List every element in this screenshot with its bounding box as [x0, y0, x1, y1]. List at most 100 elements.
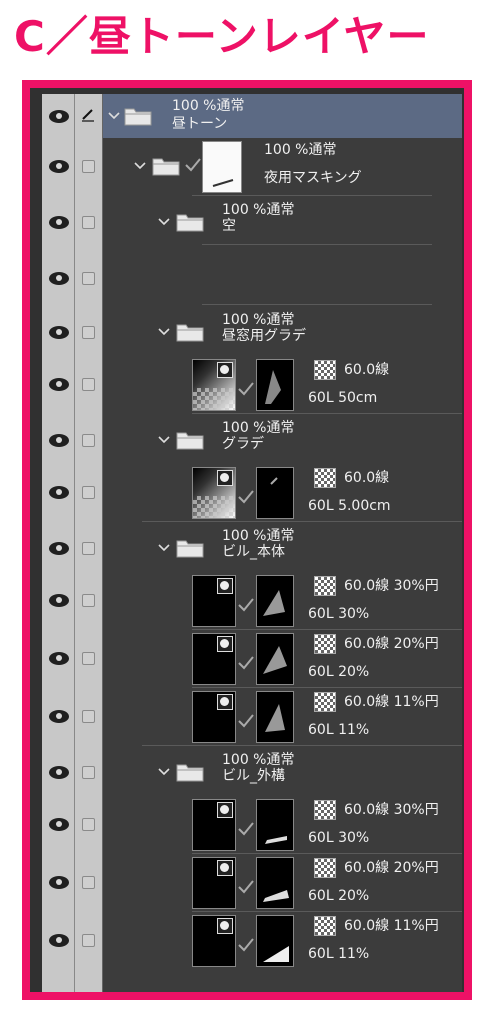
screentone-icon — [217, 802, 233, 818]
folder-icon — [176, 764, 204, 782]
eye-icon[interactable] — [49, 326, 69, 339]
pencil-icon — [82, 109, 94, 122]
layer-mask-thumbnail — [256, 915, 294, 967]
chevron-down-icon[interactable] — [158, 436, 170, 444]
tone-detail: 60L 11% — [308, 722, 370, 738]
layer-row-grad[interactable]: 100 %通常 グラデ — [42, 414, 462, 464]
lock-checkbox[interactable] — [82, 594, 95, 607]
layer-opacity-blend: 100 %通常 — [222, 420, 295, 436]
lock-checkbox[interactable] — [82, 818, 95, 831]
lock-checkbox[interactable] — [82, 876, 95, 889]
check-icon — [238, 880, 254, 894]
lock-checkbox[interactable] — [82, 160, 95, 173]
screentone-icon — [217, 918, 233, 934]
eye-icon[interactable] — [49, 818, 69, 831]
layer-row-window-tone[interactable]: 60.0線 60L 50cm — [42, 356, 462, 414]
eye-icon[interactable] — [49, 434, 69, 447]
screentone-icon — [314, 468, 336, 488]
layer-panel-frame: 100 %通常 昼トーン 100 %通常 夜用マスキング 100 %通常 空 1… — [22, 80, 472, 1000]
lock-checkbox[interactable] — [82, 486, 95, 499]
eye-icon[interactable] — [49, 272, 69, 285]
screentone-icon — [314, 692, 336, 712]
eye-icon[interactable] — [49, 766, 69, 779]
layer-mask-thumbnail — [256, 691, 294, 743]
tone-screen: 60.0線 — [344, 470, 390, 486]
layer-opacity-blend: 100 %通常 — [222, 202, 295, 218]
layer-row-building-exterior[interactable]: 100 %通常 ビル_外構 — [42, 746, 462, 796]
eye-icon[interactable] — [49, 876, 69, 889]
eye-icon[interactable] — [49, 378, 69, 391]
tone-detail: 60L 5.00cm — [308, 498, 391, 514]
folder-icon — [124, 108, 152, 126]
layer-row-empty[interactable] — [42, 246, 462, 306]
check-icon — [185, 158, 201, 172]
lock-checkbox[interactable] — [82, 378, 95, 391]
layer-mask-thumbnail — [256, 575, 294, 627]
folder-icon — [152, 158, 180, 176]
layer-thumbnail — [192, 915, 236, 967]
chevron-down-icon[interactable] — [158, 218, 170, 226]
tone-screen: 60.0線 — [344, 362, 390, 378]
layer-row-night-mask[interactable]: 100 %通常 夜用マスキング — [42, 138, 462, 196]
folder-icon — [176, 324, 204, 342]
layer-mask-thumbnail — [256, 799, 294, 851]
layer-row-building-exterior-tone-3[interactable]: 60.0線 11%円 60L 11% — [42, 912, 462, 970]
layer-row-root[interactable]: 100 %通常 昼トーン — [42, 94, 462, 138]
chevron-down-icon[interactable] — [134, 162, 146, 170]
layer-opacity-blend: 100 %通常 — [222, 752, 295, 768]
lock-checkbox[interactable] — [82, 434, 95, 447]
eye-icon[interactable] — [49, 710, 69, 723]
layer-row-grad-tone[interactable]: 60.0線 60L 5.00cm — [42, 464, 462, 522]
chevron-down-icon[interactable] — [158, 328, 170, 336]
layer-thumbnail — [192, 857, 236, 909]
folder-icon — [176, 432, 204, 450]
folder-icon — [176, 540, 204, 558]
lock-checkbox[interactable] — [82, 216, 95, 229]
tone-detail: 60L 20% — [308, 664, 370, 680]
layer-row-building-body-tone-1[interactable]: 60.0線 30%円 60L 30% — [42, 572, 462, 630]
tone-detail: 60L 50cm — [308, 390, 378, 406]
layer-thumbnail — [192, 575, 236, 627]
screentone-icon — [217, 362, 233, 378]
tone-screen: 60.0線 20%円 — [344, 860, 439, 876]
lock-checkbox[interactable] — [82, 710, 95, 723]
layer-row-building-exterior-tone-1[interactable]: 60.0線 30%円 60L 30% — [42, 796, 462, 854]
chevron-down-icon[interactable] — [158, 544, 170, 552]
eye-icon[interactable] — [49, 652, 69, 665]
eye-icon[interactable] — [49, 486, 69, 499]
check-icon — [238, 822, 254, 836]
layer-mask-thumbnail — [256, 633, 294, 685]
eye-icon[interactable] — [49, 110, 69, 123]
screentone-icon — [217, 636, 233, 652]
tone-detail: 60L 30% — [308, 830, 370, 846]
eye-icon[interactable] — [49, 216, 69, 229]
chevron-down-icon[interactable] — [158, 768, 170, 776]
lock-checkbox[interactable] — [82, 272, 95, 285]
eye-icon[interactable] — [49, 160, 69, 173]
layer-name: グラデ — [222, 436, 264, 452]
layer-row-sky[interactable]: 100 %通常 空 — [42, 196, 462, 246]
check-icon — [238, 938, 254, 952]
eye-icon[interactable] — [49, 542, 69, 555]
lock-checkbox[interactable] — [82, 542, 95, 555]
screentone-icon — [314, 800, 336, 820]
lock-checkbox[interactable] — [82, 326, 95, 339]
layer-row-window-grad[interactable]: 100 %通常 昼窓用グラデ — [42, 306, 462, 356]
layer-row-building-body-tone-3[interactable]: 60.0線 11%円 60L 11% — [42, 688, 462, 746]
tone-screen: 60.0線 11%円 — [344, 694, 439, 710]
check-icon — [238, 598, 254, 612]
layer-row-building-exterior-tone-2[interactable]: 60.0線 20%円 60L 20% — [42, 854, 462, 912]
layer-mask-thumbnail — [256, 467, 294, 519]
page-title: C／昼トーンレイヤー — [14, 12, 430, 61]
screentone-icon — [314, 858, 336, 878]
lock-checkbox[interactable] — [82, 934, 95, 947]
eye-icon[interactable] — [49, 594, 69, 607]
eye-icon[interactable] — [49, 934, 69, 947]
lock-checkbox[interactable] — [82, 652, 95, 665]
chevron-down-icon[interactable] — [108, 112, 120, 120]
lock-checkbox[interactable] — [82, 766, 95, 779]
layer-mask-thumbnail — [256, 359, 294, 411]
layer-row-building-body-tone-2[interactable]: 60.0線 20%円 60L 20% — [42, 630, 462, 688]
layer-name: 昼トーン — [172, 116, 228, 132]
layer-row-building-body[interactable]: 100 %通常 ビル_本体 — [42, 522, 462, 572]
